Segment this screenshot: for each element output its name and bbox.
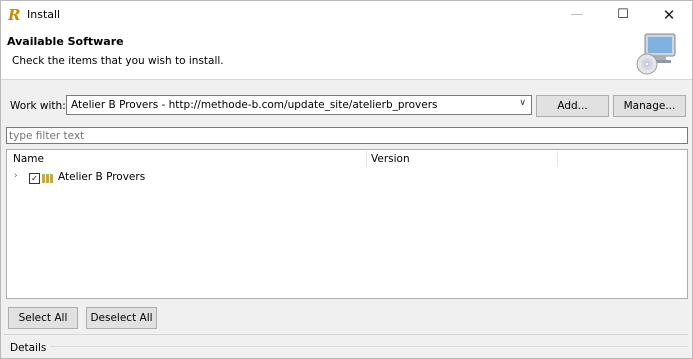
- table-row[interactable]: › ✓ Atelier B Provers: [7, 170, 687, 186]
- close-button[interactable]: ✕: [646, 1, 692, 29]
- add-site-button[interactable]: Add...: [536, 95, 609, 117]
- window-title: Install: [27, 8, 61, 21]
- work-with-combo[interactable]: Atelier B Provers - http://methode-b.com…: [66, 95, 532, 115]
- details-label: Details: [10, 342, 51, 354]
- work-with-value: Atelier B Provers - http://methode-b.com…: [71, 99, 438, 111]
- row-checkbox[interactable]: ✓: [29, 173, 40, 184]
- column-separator[interactable]: [366, 151, 367, 167]
- software-tree: Name Version › ✓ Atelier B Provers: [6, 149, 688, 299]
- install-banner-icon: [636, 33, 676, 75]
- dialog-header: Available Software Check the items that …: [1, 29, 692, 80]
- select-all-button[interactable]: Select All: [8, 307, 78, 329]
- page-description: Check the items that you wish to install…: [12, 55, 224, 67]
- work-with-label: Work with:: [10, 100, 66, 112]
- chevron-right-icon[interactable]: ›: [14, 171, 18, 181]
- details-divider: [8, 346, 688, 347]
- filter-input[interactable]: [6, 127, 688, 144]
- maximize-button[interactable]: ☐: [600, 1, 646, 29]
- page-title: Available Software: [7, 35, 124, 48]
- divider: [4, 334, 688, 335]
- feature-group-icon: [42, 173, 54, 183]
- manage-sites-button[interactable]: Manage...: [613, 95, 686, 117]
- install-dialog: R Install — ☐ ✕ Available Software Check…: [0, 0, 693, 359]
- column-header-version[interactable]: Version: [371, 150, 410, 168]
- app-logo-icon: R: [8, 6, 21, 24]
- title-bar: R Install — ☐ ✕: [1, 1, 692, 29]
- column-separator[interactable]: [557, 151, 558, 167]
- row-label: Atelier B Provers: [58, 171, 146, 183]
- column-header-name[interactable]: Name: [13, 150, 44, 168]
- minimize-button[interactable]: —: [554, 1, 600, 29]
- deselect-all-button[interactable]: Deselect All: [86, 307, 157, 329]
- chevron-down-icon[interactable]: ∨: [519, 98, 526, 108]
